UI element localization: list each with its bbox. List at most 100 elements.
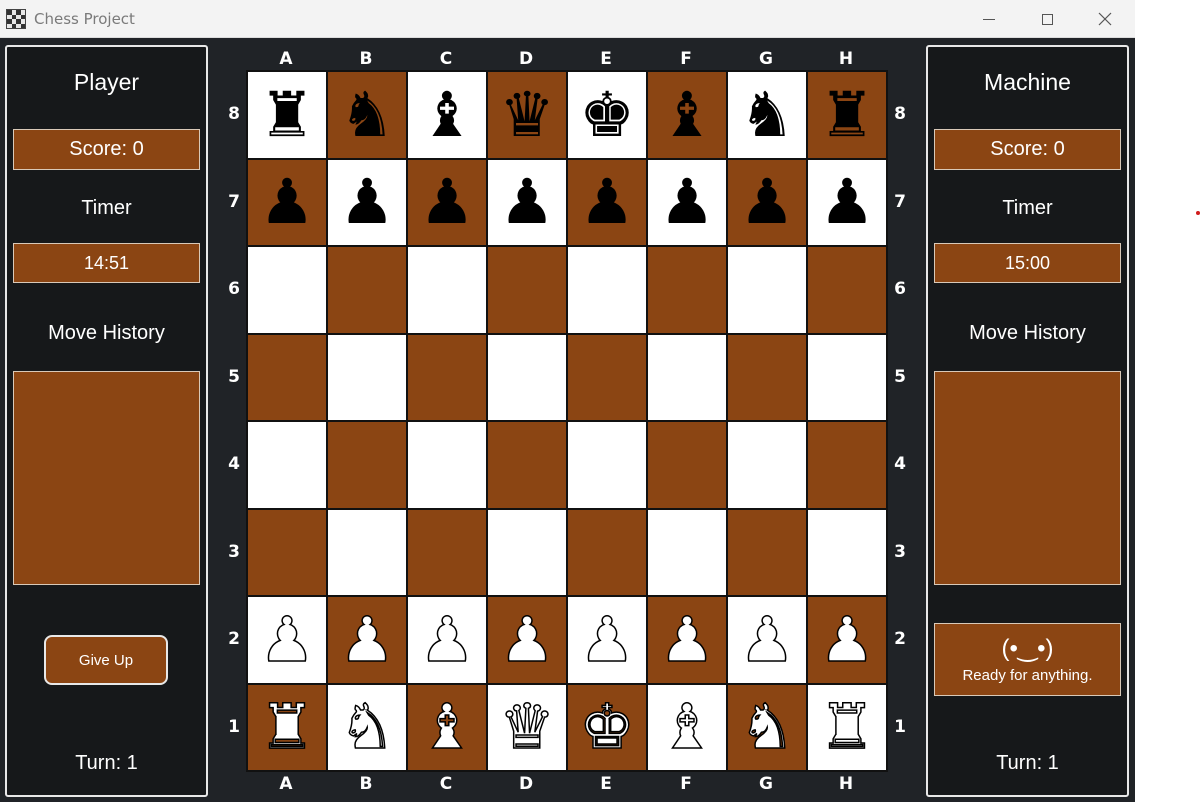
square-e6[interactable] <box>567 246 647 334</box>
chess-board[interactable]: ♜ ♞ ♝ ♛ ♚ ♝ ♞ ♜ ♟ ♟ ♟ ♟ ♟ ♟ ♟ ♟ ♟ ♟ ♟ ♟ ♟ ♟ ♟ ♟ ♜ ♞ ♝ ♛ ♚ ♝ ♞ ♜ <box>246 70 888 772</box>
square-f6[interactable] <box>647 246 727 334</box>
square-f7[interactable]: ♟ <box>647 158 727 246</box>
white-bishop-icon[interactable]: ♝ <box>658 695 715 759</box>
machine-move-history[interactable] <box>934 371 1121 585</box>
square-a7[interactable]: ♟ <box>247 158 327 246</box>
white-knight-icon[interactable]: ♞ <box>338 695 395 759</box>
square-g7[interactable]: ♟ <box>727 158 807 246</box>
player-move-history[interactable] <box>13 371 200 585</box>
minimize-button[interactable] <box>960 0 1018 38</box>
square-g1[interactable]: ♞ <box>727 683 807 771</box>
square-e4[interactable] <box>567 421 647 509</box>
square-f8[interactable]: ♝ <box>647 71 727 159</box>
close-button[interactable] <box>1076 0 1134 38</box>
square-c7[interactable]: ♟ <box>407 158 487 246</box>
square-c1[interactable]: ♝ <box>407 683 487 771</box>
square-b8[interactable]: ♞ <box>327 71 407 159</box>
black-pawn-icon[interactable]: ♟ <box>339 171 395 233</box>
square-g8[interactable]: ♞ <box>727 71 807 159</box>
square-d2[interactable]: ♟ <box>487 596 567 684</box>
white-pawn-icon[interactable]: ♟ <box>658 608 715 672</box>
square-c4[interactable] <box>407 421 487 509</box>
square-e3[interactable] <box>567 508 647 596</box>
square-c8[interactable]: ♝ <box>407 71 487 159</box>
black-rook-icon[interactable]: ♜ <box>819 83 875 146</box>
square-h7[interactable]: ♟ <box>807 158 887 246</box>
black-bishop-icon[interactable]: ♝ <box>419 83 475 146</box>
square-a1[interactable]: ♜ <box>247 683 327 771</box>
square-h8[interactable]: ♜ <box>807 71 887 159</box>
white-rook-icon[interactable]: ♜ <box>818 695 875 759</box>
black-pawn-icon[interactable]: ♟ <box>259 171 315 233</box>
square-h3[interactable] <box>807 508 887 596</box>
square-d7[interactable]: ♟ <box>487 158 567 246</box>
square-f1[interactable]: ♝ <box>647 683 727 771</box>
black-rook-icon[interactable]: ♜ <box>259 83 315 146</box>
square-d4[interactable] <box>487 421 567 509</box>
square-a2[interactable]: ♟ <box>247 596 327 684</box>
square-h2[interactable]: ♟ <box>807 596 887 684</box>
square-g2[interactable]: ♟ <box>727 596 807 684</box>
black-knight-icon[interactable]: ♞ <box>339 83 395 146</box>
give-up-button[interactable]: Give Up <box>44 635 168 685</box>
square-e1[interactable]: ♚ <box>567 683 647 771</box>
square-d3[interactable] <box>487 508 567 596</box>
square-f2[interactable]: ♟ <box>647 596 727 684</box>
square-g6[interactable] <box>727 246 807 334</box>
black-knight-icon[interactable]: ♞ <box>739 83 795 146</box>
square-f5[interactable] <box>647 333 727 421</box>
white-bishop-icon[interactable]: ♝ <box>418 695 475 759</box>
white-knight-icon[interactable]: ♞ <box>738 695 795 759</box>
square-a6[interactable] <box>247 246 327 334</box>
black-queen-icon[interactable]: ♛ <box>499 83 555 146</box>
square-b6[interactable] <box>327 246 407 334</box>
square-c6[interactable] <box>407 246 487 334</box>
square-e7[interactable]: ♟ <box>567 158 647 246</box>
square-a8[interactable]: ♜ <box>247 71 327 159</box>
square-b7[interactable]: ♟ <box>327 158 407 246</box>
white-pawn-icon[interactable]: ♟ <box>418 608 475 672</box>
white-pawn-icon[interactable]: ♟ <box>338 608 395 672</box>
black-bishop-icon[interactable]: ♝ <box>659 83 715 146</box>
black-pawn-icon[interactable]: ♟ <box>579 171 635 233</box>
square-h1[interactable]: ♜ <box>807 683 887 771</box>
square-c2[interactable]: ♟ <box>407 596 487 684</box>
black-pawn-icon[interactable]: ♟ <box>499 171 555 233</box>
white-rook-icon[interactable]: ♜ <box>258 695 315 759</box>
white-queen-icon[interactable]: ♛ <box>498 695 555 759</box>
title-bar[interactable]: Chess Project <box>0 0 1135 38</box>
square-b5[interactable] <box>327 333 407 421</box>
square-h6[interactable] <box>807 246 887 334</box>
square-d6[interactable] <box>487 246 567 334</box>
square-e2[interactable]: ♟ <box>567 596 647 684</box>
square-a3[interactable] <box>247 508 327 596</box>
square-c3[interactable] <box>407 508 487 596</box>
square-g5[interactable] <box>727 333 807 421</box>
square-d1[interactable]: ♛ <box>487 683 567 771</box>
square-b3[interactable] <box>327 508 407 596</box>
white-pawn-icon[interactable]: ♟ <box>258 608 315 672</box>
square-a4[interactable] <box>247 421 327 509</box>
white-pawn-icon[interactable]: ♟ <box>738 608 795 672</box>
square-e8[interactable]: ♚ <box>567 71 647 159</box>
black-pawn-icon[interactable]: ♟ <box>819 171 875 233</box>
black-king-icon[interactable]: ♚ <box>579 83 635 146</box>
square-g4[interactable] <box>727 421 807 509</box>
black-pawn-icon[interactable]: ♟ <box>739 171 795 233</box>
square-b4[interactable] <box>327 421 407 509</box>
square-b2[interactable]: ♟ <box>327 596 407 684</box>
square-d8[interactable]: ♛ <box>487 71 567 159</box>
square-g3[interactable] <box>727 508 807 596</box>
square-f4[interactable] <box>647 421 727 509</box>
white-king-icon[interactable]: ♚ <box>578 695 635 759</box>
white-pawn-icon[interactable]: ♟ <box>818 608 875 672</box>
square-f3[interactable] <box>647 508 727 596</box>
square-h5[interactable] <box>807 333 887 421</box>
black-pawn-icon[interactable]: ♟ <box>659 171 715 233</box>
white-pawn-icon[interactable]: ♟ <box>498 608 555 672</box>
maximize-button[interactable] <box>1018 0 1076 38</box>
white-pawn-icon[interactable]: ♟ <box>578 608 635 672</box>
black-pawn-icon[interactable]: ♟ <box>419 171 475 233</box>
square-a5[interactable] <box>247 333 327 421</box>
square-b1[interactable]: ♞ <box>327 683 407 771</box>
